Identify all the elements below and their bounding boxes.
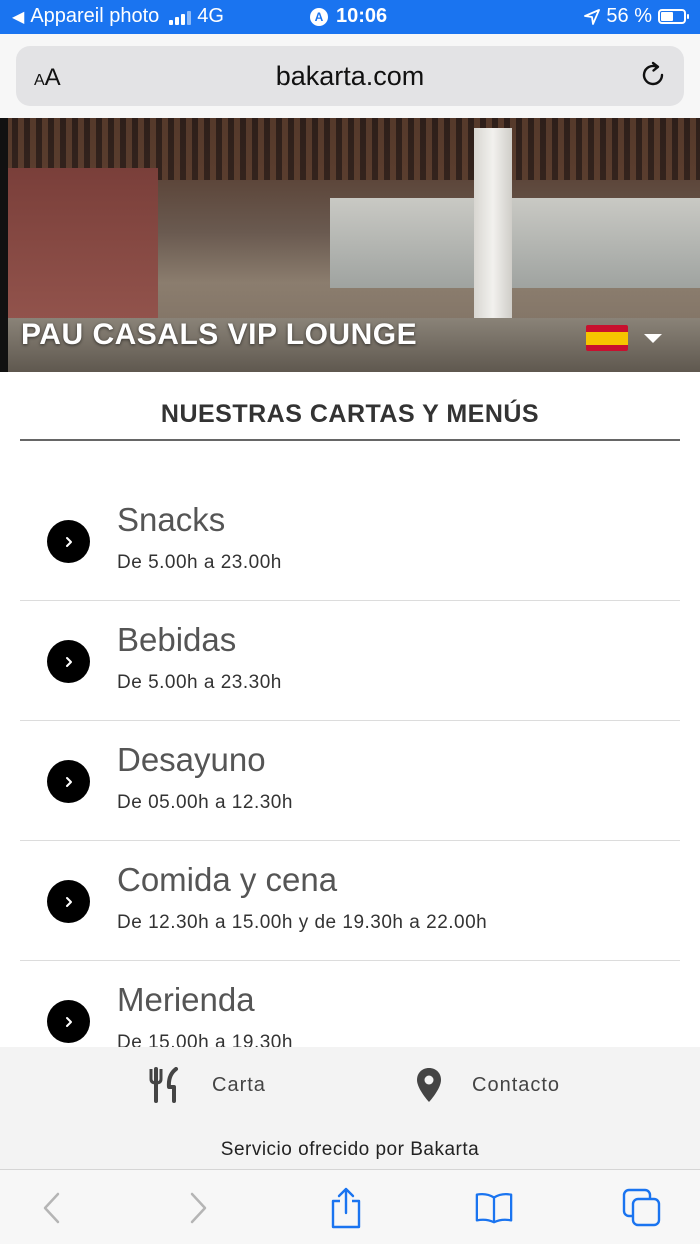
- contacto-link[interactable]: Contacto: [416, 1067, 560, 1103]
- contacto-label[interactable]: Contacto: [472, 1074, 560, 1097]
- chevron-right-icon[interactable]: [47, 1000, 90, 1043]
- browser-address-area: AA bakarta.com: [0, 34, 700, 118]
- bookmarks-button[interactable]: [474, 1188, 514, 1228]
- chevron-right-icon[interactable]: [47, 520, 90, 563]
- location-arrow-icon: [584, 8, 601, 25]
- menu-item-merienda[interactable]: Merienda De 15.00h a 19.30h: [20, 961, 680, 1047]
- menu-item-title[interactable]: Merienda: [117, 981, 255, 1019]
- forward-button[interactable]: [178, 1188, 218, 1228]
- status-right: 56 %: [584, 5, 689, 28]
- menu-list: Snacks De 5.00h a 23.00h Bebidas De 5.00…: [20, 481, 680, 1047]
- menu-item-title[interactable]: Bebidas: [117, 621, 236, 659]
- carta-link[interactable]: Carta: [148, 1067, 266, 1103]
- menu-item-hours: De 5.00h a 23.30h: [117, 672, 282, 693]
- fork-knife-icon: [149, 1067, 178, 1103]
- chevron-left-icon: [43, 1192, 60, 1224]
- book-icon: [475, 1192, 513, 1224]
- menu-item-title[interactable]: Snacks: [117, 501, 225, 539]
- section-title: NUESTRAS CARTAS Y MENÚS: [160, 400, 540, 428]
- carrier-label[interactable]: Appareil photo: [30, 5, 159, 28]
- menu-item-title[interactable]: Desayuno: [117, 741, 266, 779]
- menu-item-bebidas[interactable]: Bebidas De 5.00h a 23.30h: [20, 601, 680, 721]
- browser-toolbar: [0, 1169, 700, 1244]
- chevron-right-icon[interactable]: [47, 640, 90, 683]
- language-dropdown-icon[interactable]: [644, 334, 662, 343]
- status-bar: ◀ Appareil photo 4G A 10:06 56 %: [0, 0, 700, 34]
- hero-edge: [0, 118, 8, 372]
- lounge-title: PAU CASALS VIP LOUNGE: [21, 318, 418, 351]
- site-footer: Carta Contacto Servicio ofrecido por Bak…: [0, 1047, 700, 1169]
- menu-item-hours: De 15.00h a 19.30h: [117, 1032, 293, 1047]
- status-center: A 10:06: [310, 5, 387, 28]
- menu-item-desayuno[interactable]: Desayuno De 05.00h a 12.30h: [20, 721, 680, 841]
- signal-icon: [169, 9, 192, 25]
- menu-item-comida-y-cena[interactable]: Comida y cena De 12.30h a 15.00h y de 19…: [20, 841, 680, 961]
- domain-label[interactable]: bakarta.com: [16, 61, 684, 92]
- clock: 10:06: [336, 5, 388, 27]
- chevron-right-icon: [190, 1192, 207, 1224]
- tabs-button[interactable]: [622, 1188, 662, 1228]
- section-divider: [20, 439, 680, 441]
- carta-label[interactable]: Carta: [212, 1074, 266, 1097]
- menu-item-hours: De 5.00h a 23.00h: [117, 552, 282, 573]
- map-pin-icon: [417, 1068, 441, 1102]
- battery-percent: 56 %: [606, 5, 652, 27]
- address-bar[interactable]: AA bakarta.com: [16, 46, 684, 106]
- chevron-right-icon[interactable]: [47, 760, 90, 803]
- battery-icon: [658, 9, 689, 24]
- navigation-badge-icon: A: [310, 7, 328, 26]
- chevron-right-icon[interactable]: [47, 880, 90, 923]
- share-icon: [331, 1187, 361, 1229]
- menu-item-hours: De 05.00h a 12.30h: [117, 792, 293, 813]
- status-left: ◀ Appareil photo 4G: [12, 5, 224, 28]
- spain-flag-icon[interactable]: [586, 325, 628, 351]
- hero-column: [474, 128, 512, 338]
- service-credit: Servicio ofrecido por Bakarta: [220, 1139, 480, 1160]
- back-button[interactable]: [32, 1188, 72, 1228]
- network-label: 4G: [197, 5, 224, 27]
- tabs-icon: [622, 1188, 661, 1227]
- menu-item-hours: De 12.30h a 15.00h y de 19.30h a 22.00h: [117, 912, 488, 933]
- menu-item-title[interactable]: Comida y cena: [117, 861, 337, 899]
- battery-fill: [661, 12, 673, 21]
- hero-window: [330, 198, 700, 288]
- back-to-app-icon[interactable]: ◀: [12, 7, 24, 27]
- menu-item-snacks[interactable]: Snacks De 5.00h a 23.00h: [20, 481, 680, 601]
- reload-icon[interactable]: [638, 60, 668, 90]
- share-button[interactable]: [326, 1187, 366, 1229]
